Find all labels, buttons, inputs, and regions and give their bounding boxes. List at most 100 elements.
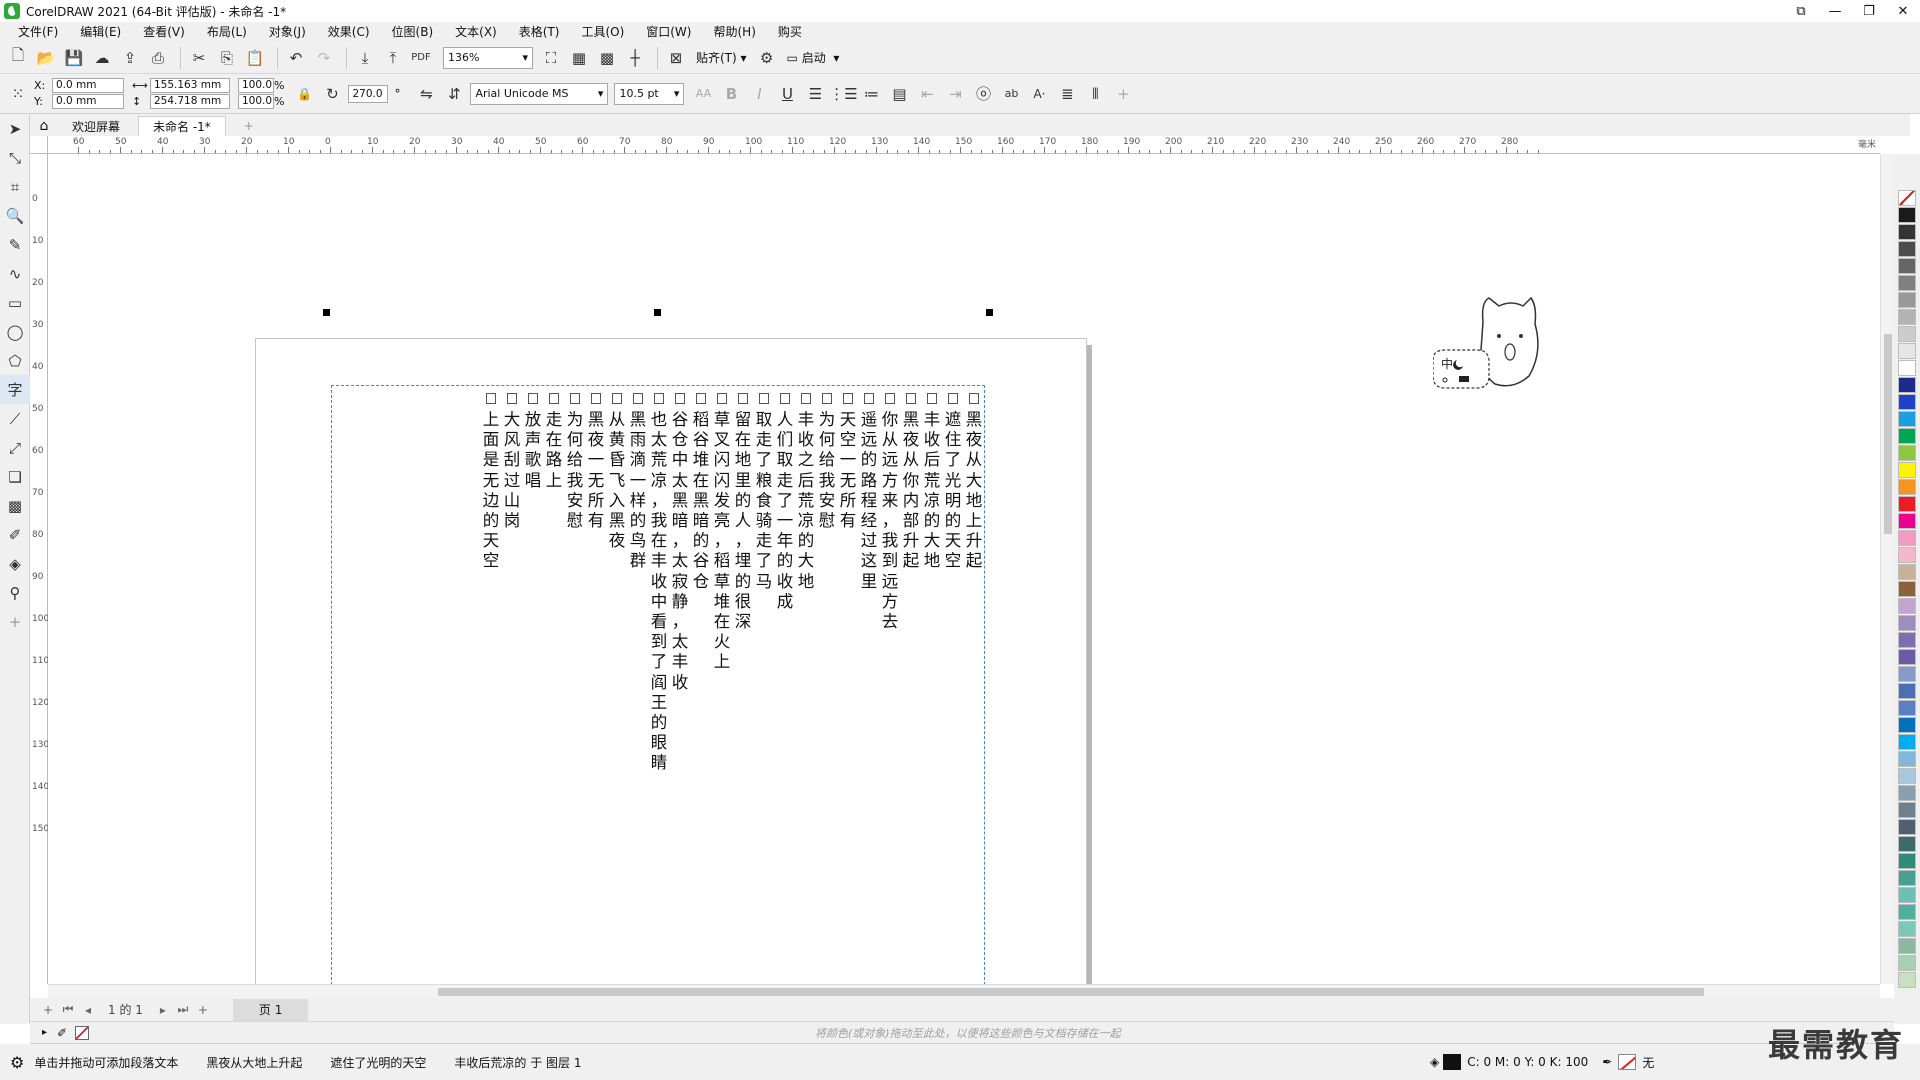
color-swatch[interactable]: [1898, 377, 1916, 393]
color-swatch[interactable]: [1898, 887, 1916, 903]
redo-icon[interactable]: ↷: [312, 46, 336, 70]
artistic-media-icon[interactable]: ∿: [0, 259, 30, 288]
color-swatch[interactable]: [1898, 411, 1916, 427]
color-swatch[interactable]: [1898, 615, 1916, 631]
no-color-swatch[interactable]: [1898, 190, 1916, 206]
add-page-after-icon[interactable]: +: [193, 1000, 213, 1020]
ruler-origin[interactable]: [30, 136, 48, 154]
bold-icon[interactable]: B: [718, 81, 744, 107]
color-swatch[interactable]: [1898, 751, 1916, 767]
tab-welcome-screen[interactable]: 欢迎屏幕: [58, 116, 134, 136]
color-swatch[interactable]: [1898, 904, 1916, 920]
drop-shadow-icon[interactable]: ❏: [0, 462, 30, 491]
color-swatch[interactable]: [1898, 530, 1916, 546]
add-page-before-icon[interactable]: +: [38, 1000, 58, 1020]
tool-settings-gear-icon[interactable]: ⚙: [10, 1053, 24, 1072]
selection-handle-top-right[interactable]: [986, 309, 993, 316]
copy-icon[interactable]: ⎘: [215, 46, 239, 70]
text-column[interactable]: 为何给我安慰: [565, 390, 585, 531]
page-tab-1[interactable]: 页 1: [232, 998, 309, 1021]
freehand-tool-icon[interactable]: ✎: [0, 230, 30, 259]
color-swatch[interactable]: [1898, 734, 1916, 750]
text-column[interactable]: 从黄昏飞入黑夜: [607, 390, 627, 551]
import-icon[interactable]: ⤓: [353, 46, 377, 70]
color-swatch[interactable]: [1898, 547, 1916, 563]
text-column[interactable]: 为何给我安慰: [817, 390, 837, 531]
color-swatch[interactable]: [1898, 666, 1916, 682]
window-restore-icon[interactable]: ⧉: [1784, 0, 1818, 22]
text-column[interactable]: 上面是无边的天空: [481, 390, 501, 572]
maximize-button[interactable]: ❐: [1852, 0, 1886, 22]
color-swatch[interactable]: [1898, 632, 1916, 648]
cut-icon[interactable]: ✂: [187, 46, 211, 70]
text-column[interactable]: 丰收后荒凉的大地: [922, 390, 942, 572]
scale-height-input[interactable]: 100.0: [238, 94, 274, 109]
underline-icon[interactable]: U: [774, 81, 800, 107]
font-size-select[interactable]: 10.5 pt ▾: [614, 82, 685, 105]
menu-view[interactable]: 查看(V): [135, 22, 193, 42]
color-swatch[interactable]: [1898, 462, 1916, 478]
color-swatch[interactable]: [1898, 360, 1916, 376]
show-guidelines-icon[interactable]: ┼: [623, 46, 647, 70]
home-icon[interactable]: ⌂: [30, 116, 58, 136]
menu-text[interactable]: 文本(X): [447, 22, 505, 42]
menu-tools[interactable]: 工具(O): [573, 22, 632, 42]
previous-page-icon[interactable]: ◂: [78, 1000, 98, 1020]
text-column[interactable]: 谷仓中太黑暗，太寂静，太丰收: [670, 390, 690, 693]
opentype-icon[interactable]: ⓞ: [970, 81, 996, 107]
menu-object[interactable]: 对象(J): [261, 22, 314, 42]
text-column[interactable]: 遥远的路程经过这里: [859, 390, 879, 592]
menu-file[interactable]: 文件(F): [10, 22, 66, 42]
menu-window[interactable]: 窗口(W): [638, 22, 699, 42]
text-column[interactable]: 黑夜从你内部升起: [901, 390, 921, 572]
print-icon[interactable]: ⎙: [146, 46, 170, 70]
no-fill-swatch[interactable]: [75, 1025, 90, 1040]
export-icon[interactable]: ⤒: [381, 46, 405, 70]
horizontal-scroll-thumb[interactable]: [438, 988, 1704, 996]
polygon-tool-icon[interactable]: ⬠: [0, 346, 30, 375]
zoom-level-select[interactable]: 136% ▾: [443, 46, 533, 69]
ellipse-tool-icon[interactable]: ◯: [0, 317, 30, 346]
horizontal-text-icon[interactable]: ≣: [1054, 81, 1080, 107]
text-column[interactable]: 黑夜一无所有: [586, 390, 606, 531]
color-swatch[interactable]: [1898, 717, 1916, 733]
color-swatch[interactable]: [1898, 768, 1916, 784]
selection-handle-top-middle[interactable]: [654, 309, 661, 316]
x-position-input[interactable]: 0.0 mm: [52, 78, 124, 93]
horizontal-ruler[interactable]: 毫米 60 50 40 30 20 10 0 10 20 30 40 50 60 70 80 90 100 110…: [48, 136, 1880, 154]
parallel-dimension-icon[interactable]: ⟋: [0, 404, 30, 433]
menu-bitmaps[interactable]: 位图(B): [384, 22, 442, 42]
pick-tool-icon[interactable]: ➤: [0, 114, 30, 143]
mirror-vertical-icon[interactable]: ⇵: [442, 82, 466, 106]
color-swatch[interactable]: [1898, 972, 1916, 988]
pdf-export-icon[interactable]: PDF: [409, 46, 433, 70]
color-swatch[interactable]: [1898, 326, 1916, 342]
text-align-icon[interactable]: ☰: [802, 81, 828, 107]
edit-text-icon[interactable]: A·: [1026, 81, 1052, 107]
color-swatch[interactable]: [1898, 564, 1916, 580]
vertical-text-icon[interactable]: ⦀: [1082, 81, 1108, 107]
color-swatch[interactable]: [1898, 581, 1916, 597]
color-swatch[interactable]: [1898, 853, 1916, 869]
color-swatch[interactable]: [1898, 343, 1916, 359]
bullet-list-icon[interactable]: ⋮☰: [829, 81, 857, 107]
color-swatch[interactable]: [1898, 258, 1916, 274]
connector-tool-icon[interactable]: ⤢: [0, 433, 30, 462]
color-swatch[interactable]: [1898, 938, 1916, 954]
color-swatch[interactable]: [1898, 479, 1916, 495]
color-swatch[interactable]: [1898, 802, 1916, 818]
color-swatch[interactable]: [1898, 649, 1916, 665]
show-rulers-icon[interactable]: ▦: [567, 46, 591, 70]
first-page-icon[interactable]: ⏮: [58, 1000, 78, 1020]
text-column[interactable]: 大风刮过山岗: [502, 390, 522, 531]
menu-effects[interactable]: 效果(C): [320, 22, 378, 42]
color-swatch[interactable]: [1898, 683, 1916, 699]
text-column[interactable]: 留在地里的人，埋的很深: [733, 390, 753, 632]
color-swatch[interactable]: [1898, 598, 1916, 614]
document-palette[interactable]: ▸ ✐ 将颜色(或对象)拖动至此处，以便将这些颜色与文档存储在一起: [30, 1022, 1894, 1044]
color-swatch[interactable]: [1898, 224, 1916, 240]
color-swatch[interactable]: [1898, 921, 1916, 937]
menu-buy[interactable]: 购买: [770, 22, 810, 42]
color-swatch[interactable]: [1898, 819, 1916, 835]
character-format-icon[interactable]: ab: [998, 81, 1024, 107]
